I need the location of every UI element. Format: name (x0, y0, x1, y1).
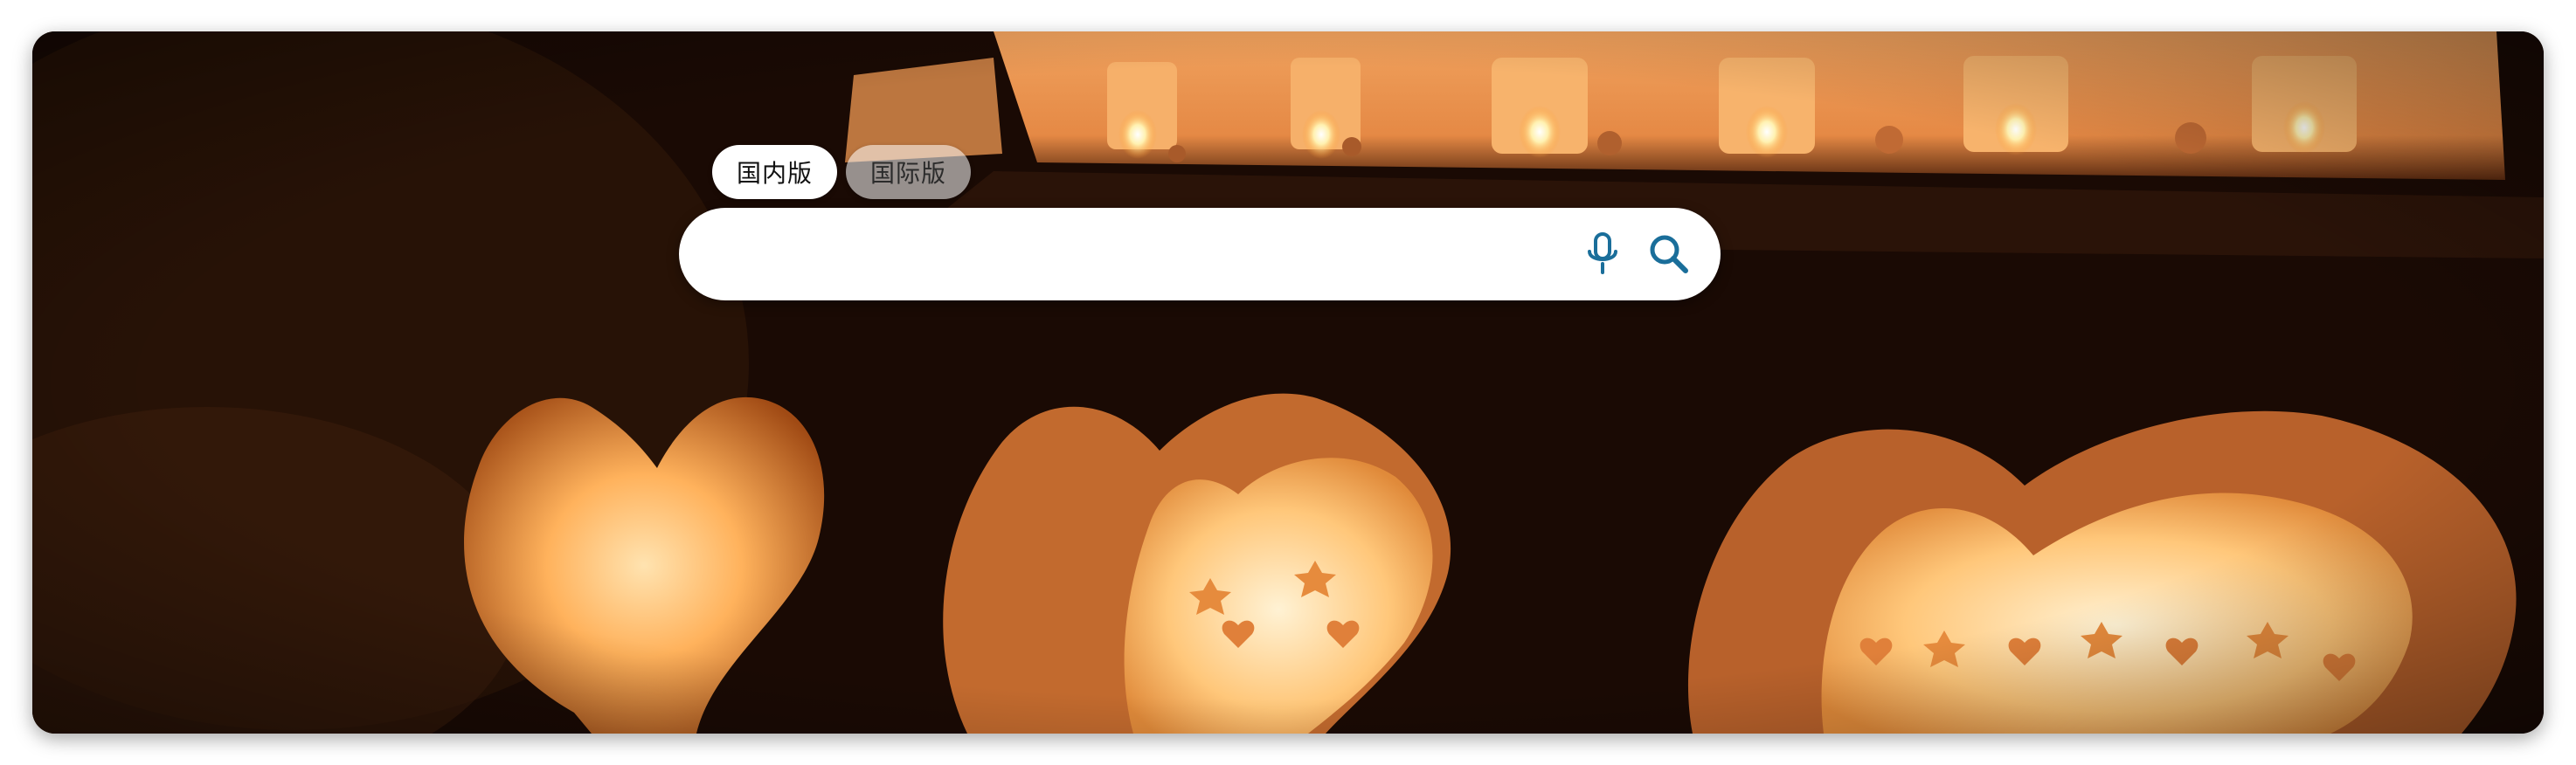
voice-search-button[interactable] (1574, 225, 1631, 283)
magnifier-icon (1650, 235, 1688, 273)
search-input[interactable] (679, 208, 1574, 300)
microphone-icon (1588, 232, 1617, 274)
background-frame: 国内版 国际版 (32, 31, 2544, 734)
background-image (32, 31, 2544, 734)
search-region-tabs: 国内版 国际版 (712, 145, 972, 199)
search-bar (679, 208, 1721, 300)
tab-international[interactable]: 国际版 (846, 145, 972, 199)
search-button[interactable] (1640, 225, 1698, 283)
tab-domestic[interactable]: 国内版 (712, 145, 838, 199)
